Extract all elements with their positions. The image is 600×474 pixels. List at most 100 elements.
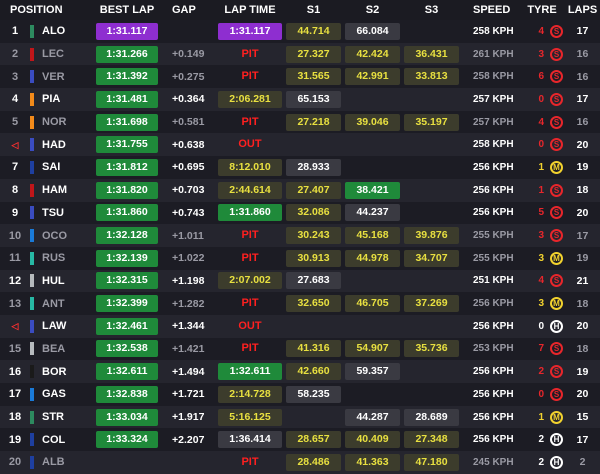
speed-cell: 257 KPH bbox=[473, 93, 514, 105]
lap-time-cell: PIT bbox=[241, 342, 259, 355]
best-lap-cell: 1:31.820 bbox=[96, 181, 158, 199]
driver-code[interactable]: NOR bbox=[42, 116, 94, 128]
lap-time-cell: 5:16.125 bbox=[218, 408, 282, 426]
driver-code[interactable]: TSU bbox=[42, 207, 94, 219]
table-row[interactable]: 7 SAI 1:31.812 +0.695 8:12.010 28.933 256 KPH 1… bbox=[0, 156, 600, 179]
header-tyre[interactable]: TYRE bbox=[519, 4, 565, 16]
laps-cell: 16 bbox=[576, 116, 589, 129]
team-color-bar bbox=[30, 24, 34, 38]
table-row[interactable]: 13 ANT 1:32.399 +1.282 PIT 32.650 46.705 37.269… bbox=[0, 292, 600, 315]
driver-code[interactable]: BOR bbox=[42, 366, 94, 378]
tyre-age: 0 bbox=[538, 388, 544, 400]
speed-cell: 255 KPH bbox=[473, 230, 514, 242]
driver-code[interactable]: HUL bbox=[42, 275, 94, 287]
driver-code[interactable]: HAD bbox=[42, 139, 94, 151]
team-color-bar bbox=[30, 92, 34, 106]
driver-code[interactable]: PIA bbox=[42, 93, 94, 105]
driver-code[interactable]: LAW bbox=[42, 320, 94, 332]
table-row[interactable]: 11 RUS 1:32.139 +1.022 PIT 30.913 44.978 34.707… bbox=[0, 246, 600, 270]
table-row[interactable]: 9 TSU 1:31.860 +0.743 1:31.860 32.086 44.237 25… bbox=[0, 201, 600, 225]
table-row[interactable]: 10 OCO 1:32.128 +1.011 PIT 30.243 45.168 39.876… bbox=[0, 224, 600, 247]
header-s2[interactable]: S2 bbox=[343, 4, 402, 16]
sector-s2-cell: 59.357 bbox=[345, 363, 400, 381]
driver-code[interactable]: COL bbox=[42, 434, 94, 446]
best-lap-cell: 1:31.392 bbox=[96, 68, 158, 86]
sector-s3-cell bbox=[404, 318, 459, 335]
speed-cell: 256 KPH bbox=[473, 320, 514, 332]
best-lap-cell: 1:31.117 bbox=[96, 22, 158, 40]
driver-code[interactable]: STR bbox=[42, 411, 94, 423]
header-position[interactable]: POSITION bbox=[0, 4, 94, 16]
driver-code[interactable]: RUS bbox=[42, 252, 94, 264]
retired-flag-icon: ◁ bbox=[11, 139, 19, 150]
table-row[interactable]: ◁ LAW 1:32.461 +1.344 OUT 256 KPH 0 H 20 bbox=[0, 314, 600, 338]
laps-cell: 20 bbox=[576, 138, 589, 151]
position-number: 7 bbox=[11, 161, 19, 174]
team-color-bar bbox=[30, 206, 34, 220]
table-row[interactable]: ◁ HAD 1:31.755 +0.638 OUT 258 KPH 0 S 20 bbox=[0, 133, 600, 157]
driver-code[interactable]: GAS bbox=[42, 388, 94, 400]
table-row[interactable]: 16 BOR 1:32.611 +1.494 1:32.611 42.660 59.357 2… bbox=[0, 360, 600, 383]
tyre-age: 4 bbox=[538, 25, 544, 37]
tyre-cell: 6S bbox=[519, 70, 565, 84]
table-row[interactable]: 12 HUL 1:32.315 +1.198 2:07.002 27.683 251 KPH… bbox=[0, 269, 600, 293]
table-row[interactable]: 3 VER 1:31.392 +0.275 PIT 31.565 42.991 33.813 2… bbox=[0, 65, 600, 89]
table-row[interactable]: 5 NOR 1:31.698 +0.581 PIT 27.218 39.046 35.197 2… bbox=[0, 110, 600, 134]
gap-cell: +1.421 bbox=[172, 342, 205, 355]
sector-s1-cell bbox=[286, 409, 341, 426]
header-laps[interactable]: LAPS bbox=[565, 4, 600, 16]
sector-s2-cell: 44.978 bbox=[345, 249, 400, 267]
team-color-bar bbox=[30, 365, 34, 379]
laps-cell: 17 bbox=[576, 93, 589, 106]
table-row[interactable]: 4 PIA 1:31.481 +0.364 2:06.281 65.153 257 KPH 0… bbox=[0, 88, 600, 111]
header-gap[interactable]: GAP bbox=[160, 4, 216, 16]
header-s3[interactable]: S3 bbox=[402, 4, 461, 16]
position-number: 11 bbox=[9, 252, 21, 265]
driver-code[interactable]: ALO bbox=[42, 25, 94, 37]
lap-time-cell: 2:07.002 bbox=[218, 272, 282, 290]
table-row[interactable]: 2 LEC 1:31.266 +0.149 PIT 27.327 42.424 36.431 2… bbox=[0, 42, 600, 66]
best-lap-cell: 1:31.266 bbox=[96, 45, 158, 63]
driver-code[interactable]: LEC bbox=[42, 48, 94, 60]
tyre-cell: 3S bbox=[519, 229, 565, 243]
sector-s1-cell: 41.316 bbox=[286, 340, 341, 358]
speed-cell: 258 KPH bbox=[473, 139, 514, 151]
header-lap-time[interactable]: LAP TIME bbox=[216, 4, 284, 16]
tyre-cell: 4S bbox=[519, 274, 565, 288]
position-number: 12 bbox=[8, 274, 22, 287]
lap-time-cell: 1:31.860 bbox=[218, 204, 282, 222]
tyre-cell: 1S bbox=[519, 183, 565, 197]
header-s1[interactable]: S1 bbox=[284, 4, 343, 16]
lap-time-cell: OUT bbox=[238, 138, 262, 151]
gap-cell: +1.721 bbox=[172, 388, 205, 401]
driver-code[interactable]: ALB bbox=[42, 456, 94, 468]
table-row[interactable]: 1 ALO 1:31.117 1:31.117 44.714 66.084 258 KPH 4… bbox=[0, 20, 600, 43]
lap-time-cell: PIT bbox=[241, 115, 259, 128]
best-lap-cell: 1:32.461 bbox=[96, 317, 158, 335]
table-row[interactable]: 19 COL 1:33.324 +2.207 1:36.414 28.657 40.409 2… bbox=[0, 428, 600, 452]
sector-s3-cell: 36.431 bbox=[404, 45, 459, 63]
table-row[interactable]: 18 STR 1:33.034 +1.917 5:16.125 44.287 28.689 2… bbox=[0, 405, 600, 429]
driver-code[interactable]: HAM bbox=[42, 184, 94, 196]
table-row[interactable]: 15 BEA 1:32.538 +1.421 PIT 41.316 54.907 35.736… bbox=[0, 337, 600, 361]
table-row[interactable]: 17 GAS 1:32.838 +1.721 2:14.728 58.235 256 KPH… bbox=[0, 383, 600, 406]
header-speed[interactable]: SPEED bbox=[461, 4, 519, 16]
driver-code[interactable]: ANT bbox=[42, 298, 94, 310]
driver-code[interactable]: BEA bbox=[42, 343, 94, 355]
driver-code[interactable]: VER bbox=[42, 71, 94, 83]
gap-cell: +1.022 bbox=[172, 252, 205, 265]
tyre-compound-icon: S bbox=[550, 115, 563, 129]
sector-s1-cell: 30.243 bbox=[286, 227, 341, 245]
driver-code[interactable]: SAI bbox=[42, 161, 94, 173]
header-best-lap[interactable]: BEST LAP bbox=[94, 4, 160, 16]
tyre-age: 4 bbox=[538, 275, 544, 287]
table-row[interactable]: 8 HAM 1:31.820 +0.703 2:44.614 27.407 38.421 25… bbox=[0, 178, 600, 202]
laps-cell: 18 bbox=[576, 342, 589, 355]
table-row[interactable]: 20 ALB PIT 28.486 41.363 47.180 245 KPH 2 H 2 bbox=[0, 451, 600, 474]
tyre-cell: 3M bbox=[519, 297, 565, 311]
tyre-age: 3 bbox=[538, 48, 544, 60]
sector-s1-cell: 32.650 bbox=[286, 295, 341, 313]
sector-s3-cell bbox=[404, 159, 459, 176]
sector-s1-cell: 58.235 bbox=[286, 385, 341, 403]
driver-code[interactable]: OCO bbox=[42, 230, 94, 242]
